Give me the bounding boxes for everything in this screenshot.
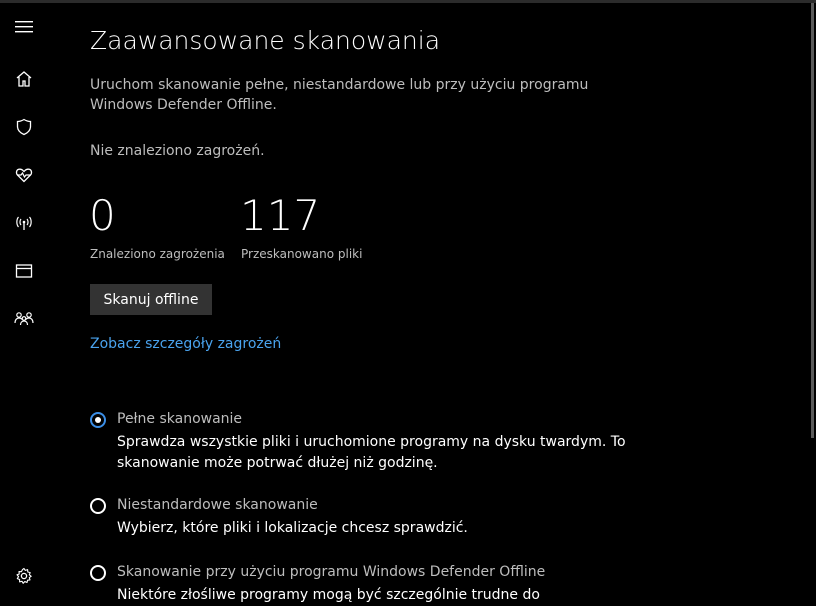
custom-scan-radio[interactable] (90, 498, 106, 514)
settings-gear-icon (16, 567, 32, 584)
offline-scan-description: Niektóre złośliwe programy mogą być szcz… (117, 587, 540, 603)
custom-scan-label: Niestandardowe skanowanie (117, 497, 318, 513)
page-title: Zaawansowane skanowania (90, 26, 441, 55)
page-description: Uruchom skanowanie pełne, niestandardowe… (90, 77, 589, 113)
threats-found-label: Znaleziono zagrożenia (90, 247, 225, 261)
scan-status: Nie znaleziono zagrożeń. (90, 143, 265, 159)
full-scan-description: Sprawdza wszystkie pliki i uruchomione p… (117, 434, 626, 471)
nav-virus-protection[interactable] (0, 107, 48, 147)
full-scan-label: Pełne skanowanie (117, 411, 243, 427)
custom-scan-description: Wybierz, które pliki i lokalizacje chces… (117, 520, 468, 536)
files-scanned-label: Przeskanowano pliki (241, 247, 363, 261)
nav-family-options[interactable] (0, 299, 48, 339)
full-scan-radio[interactable] (90, 412, 106, 428)
shield-icon (16, 118, 32, 136)
heart-pulse-icon (15, 168, 33, 183)
nav-home[interactable] (0, 59, 48, 99)
home-icon (16, 71, 32, 87)
scan-offline-button[interactable]: Skanuj offline (90, 284, 212, 315)
files-scanned-count: 117 (240, 191, 321, 240)
vertical-scrollbar[interactable] (811, 3, 814, 438)
nav-device-health[interactable] (0, 155, 48, 195)
threat-details-link[interactable]: Zobacz szczegóły zagrożeń (90, 336, 281, 352)
threats-found-count: 0 (89, 191, 116, 240)
hamburger-menu-icon (15, 21, 33, 33)
wireless-antenna-icon (16, 216, 32, 230)
family-icon (14, 312, 34, 326)
offline-scan-label: Skanowanie przy użyciu programu Windows … (117, 564, 546, 580)
nav-settings[interactable] (0, 556, 48, 596)
menu-button[interactable] (0, 7, 48, 47)
sidebar (0, 3, 48, 600)
offline-scan-radio[interactable] (90, 565, 106, 581)
app-browser-icon (15, 264, 33, 278)
main-content: Zaawansowane skanowania Uruchom skanowan… (89, 0, 790, 603)
nav-firewall-network[interactable] (0, 203, 48, 243)
nav-app-browser-control[interactable] (0, 251, 48, 291)
